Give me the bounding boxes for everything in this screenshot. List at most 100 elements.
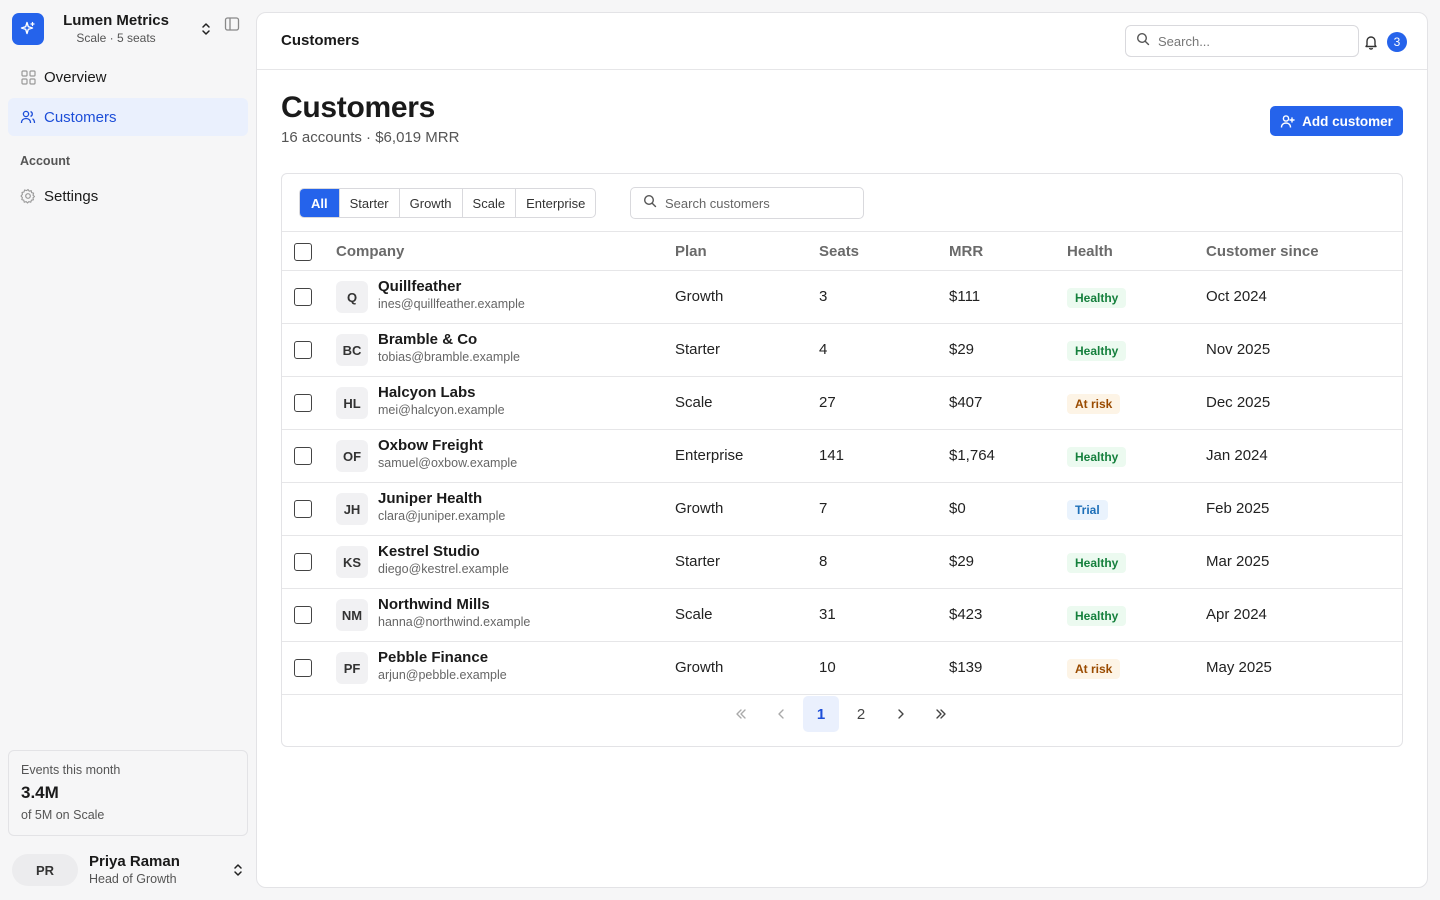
last-page-button[interactable] [923, 696, 959, 732]
sidebar-item-customers[interactable]: Customers [8, 98, 248, 136]
customer-since-cell: Mar 2025 [1206, 553, 1270, 570]
next-page-button[interactable] [883, 696, 919, 732]
customer-since-cell: May 2025 [1206, 659, 1272, 676]
company-name[interactable]: Bramble & Co [378, 331, 477, 348]
health-badge: Healthy [1067, 341, 1127, 361]
sidebar-toggle-icon[interactable] [224, 16, 240, 32]
notification-count-badge[interactable]: 3 [1387, 32, 1407, 52]
search-placeholder: Search... [1158, 33, 1211, 49]
customer-since-cell: Apr 2024 [1206, 606, 1267, 623]
user-menu[interactable]: PR Priya Raman Head of Growth [12, 852, 248, 888]
company-avatar: JH [336, 493, 368, 525]
row-checkbox[interactable] [294, 606, 312, 624]
sparkles-icon [12, 13, 44, 45]
customer-search-input[interactable]: Search customers [630, 187, 864, 219]
page-2-button[interactable]: 2 [843, 696, 879, 732]
previous-page-button[interactable] [763, 696, 799, 732]
search-icon [1136, 32, 1150, 51]
table-header: Company Plan Seats MRR Health Customer s… [282, 231, 1402, 271]
column-customer-since[interactable]: Customer since [1206, 243, 1319, 260]
sidebar-item-label: Overview [44, 68, 107, 86]
sidebar-section-account: Account [20, 154, 70, 168]
table-row[interactable]: NM Northwind Mills hanna@northwind.examp… [282, 589, 1402, 642]
column-plan[interactable]: Plan [675, 243, 707, 260]
company-name[interactable]: Northwind Mills [378, 596, 490, 613]
users-icon [20, 109, 36, 125]
filter-starter[interactable]: Starter [338, 189, 399, 217]
first-page-button[interactable] [723, 696, 759, 732]
row-checkbox[interactable] [294, 500, 312, 518]
customers-card: All Starter Growth Scale Enterprise Sear… [281, 173, 1403, 747]
workspace-name: Lumen Metrics [63, 12, 169, 29]
usage-value: 3.4M [21, 783, 59, 802]
chevrons-right-icon [936, 709, 946, 719]
column-seats[interactable]: Seats [819, 243, 859, 260]
breadcrumb: Customers [281, 32, 360, 49]
company-name[interactable]: Quillfeather [378, 278, 461, 295]
filter-growth[interactable]: Growth [398, 189, 462, 217]
sidebar-item-label: Settings [44, 187, 99, 205]
pagination: 1 2 [282, 696, 1402, 732]
chevrons-left-icon [736, 709, 746, 719]
health-badge: Healthy [1067, 447, 1127, 467]
add-customer-button[interactable]: Add customer [1270, 106, 1403, 136]
seats-cell: 10 [819, 659, 836, 676]
workspace-switcher[interactable]: Lumen Metrics Scale · 5 seats [12, 12, 248, 46]
bell-icon[interactable] [1363, 34, 1379, 50]
company-email: clara@juniper.example [378, 509, 506, 523]
row-checkbox[interactable] [294, 341, 312, 359]
global-search-input[interactable]: Search... [1125, 25, 1359, 57]
usage-card: Events this month 3.4M of 5M on Scale [8, 750, 248, 836]
select-all-checkbox[interactable] [294, 243, 312, 261]
health-badge: Trial [1067, 500, 1108, 520]
sidebar-item-settings[interactable]: Settings [8, 177, 248, 215]
table-row[interactable]: KS Kestrel Studio diego@kestrel.example … [282, 536, 1402, 589]
seats-cell: 27 [819, 394, 836, 411]
column-company[interactable]: Company [336, 243, 404, 260]
company-email: samuel@oxbow.example [378, 456, 518, 470]
company-name[interactable]: Kestrel Studio [378, 543, 480, 560]
filter-scale[interactable]: Scale [461, 189, 516, 217]
row-checkbox[interactable] [294, 553, 312, 571]
user-plus-icon [1280, 114, 1295, 129]
filter-all[interactable]: All [300, 189, 339, 217]
seats-cell: 141 [819, 447, 845, 464]
company-name[interactable]: Oxbow Freight [378, 437, 483, 454]
page-1-button[interactable]: 1 [803, 696, 839, 732]
health-badge: Healthy [1067, 288, 1127, 308]
row-checkbox[interactable] [294, 659, 312, 677]
row-checkbox[interactable] [294, 447, 312, 465]
company-avatar: PF [336, 652, 368, 684]
table-row[interactable]: PF Pebble Finance arjun@pebble.example G… [282, 642, 1402, 695]
company-email: tobias@bramble.example [378, 350, 520, 364]
plan-cell: Enterprise [675, 447, 744, 464]
table-row[interactable]: HL Halcyon Labs mei@halcyon.example Scal… [282, 377, 1402, 430]
sidebar-item-overview[interactable]: Overview [8, 58, 248, 96]
table-row[interactable]: JH Juniper Health clara@juniper.example … [282, 483, 1402, 536]
table-row[interactable]: OF Oxbow Freight samuel@oxbow.example En… [282, 430, 1402, 483]
customer-since-cell: Dec 2025 [1206, 394, 1271, 411]
company-avatar: OF [336, 440, 368, 472]
health-badge: At risk [1067, 659, 1121, 679]
table-row[interactable]: Q Quillfeather ines@quillfeather.example… [282, 271, 1402, 324]
main-panel: Customers Search... 3 Customers 16 accou… [256, 12, 1428, 888]
mrr-cell: $1,764 [949, 447, 995, 464]
company-email: arjun@pebble.example [378, 668, 507, 682]
sidebar: Lumen Metrics Scale · 5 seats Overview C… [0, 0, 256, 900]
mrr-cell: $0 [949, 500, 966, 517]
plan-cell: Starter [675, 553, 721, 570]
column-health[interactable]: Health [1067, 243, 1113, 260]
company-name[interactable]: Halcyon Labs [378, 384, 476, 401]
column-mrr[interactable]: MRR [949, 243, 983, 260]
row-checkbox[interactable] [294, 394, 312, 412]
company-name[interactable]: Pebble Finance [378, 649, 488, 666]
customer-since-cell: Jan 2024 [1206, 447, 1268, 464]
company-avatar: KS [336, 546, 368, 578]
table-row[interactable]: BC Bramble & Co tobias@bramble.example S… [282, 324, 1402, 377]
filter-enterprise[interactable]: Enterprise [515, 189, 595, 217]
mrr-cell: $29 [949, 341, 975, 358]
plan-cell: Growth [675, 288, 724, 305]
company-name[interactable]: Juniper Health [378, 490, 482, 507]
gear-icon [20, 188, 36, 204]
row-checkbox[interactable] [294, 288, 312, 306]
